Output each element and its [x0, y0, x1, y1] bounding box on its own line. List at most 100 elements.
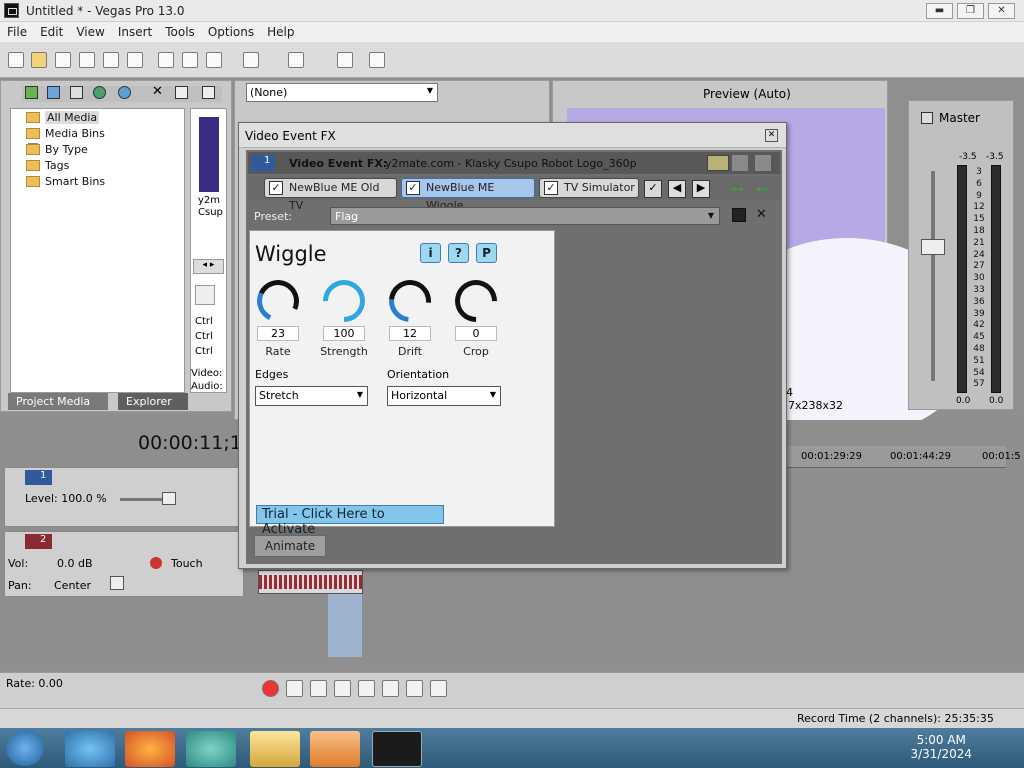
menu-insert[interactable]: Insert	[111, 22, 158, 39]
vegas-taskbar-icon[interactable]	[372, 731, 422, 767]
strength-value[interactable]: 100	[323, 326, 365, 341]
arrow-right-icon[interactable]: ▶	[692, 180, 710, 198]
menu-view[interactable]: View	[69, 22, 110, 39]
views-icon[interactable]	[202, 86, 215, 99]
ie-icon[interactable]	[65, 731, 115, 767]
drift-value[interactable]: 12	[389, 326, 431, 341]
minimize-button[interactable]: ▬	[926, 3, 953, 19]
tree-item-all-media[interactable]: All Media	[26, 111, 100, 124]
app-icon[interactable]	[186, 731, 236, 767]
fx-chain-header: 1 Video Event FX: y2mate.com - Klasky Cs…	[248, 152, 780, 174]
render-icon[interactable]	[103, 52, 119, 68]
next-frame-button[interactable]	[430, 680, 447, 697]
explorer-icon[interactable]	[250, 731, 300, 767]
delete-preset-icon[interactable]: ✕	[756, 207, 767, 222]
preview-mode[interactable]: Preview (Auto)	[703, 87, 791, 101]
tree-item-media-bins[interactable]: Media Bins	[26, 127, 105, 140]
import-media-icon[interactable]	[25, 86, 38, 99]
firefox-icon[interactable]	[125, 731, 175, 767]
menu-options[interactable]: Options	[201, 22, 260, 39]
audio-event[interactable]	[258, 570, 363, 594]
copy-icon[interactable]	[182, 52, 198, 68]
menu-help[interactable]: Help	[260, 22, 300, 39]
play-button[interactable]	[334, 680, 351, 697]
prev-frame-button[interactable]	[406, 680, 423, 697]
grid-view-icon[interactable]	[755, 155, 771, 171]
whats-this-icon[interactable]	[369, 52, 385, 68]
remove-icon[interactable]: ✕	[152, 85, 165, 99]
help-button[interactable]: ?	[448, 243, 469, 263]
rate-knob[interactable]	[251, 274, 305, 328]
pan-slider[interactable]	[110, 576, 124, 590]
preset-select[interactable]: Flag ▼	[330, 207, 720, 225]
maximize-button[interactable]: ❐	[957, 3, 984, 19]
rate-value[interactable]: 23	[257, 326, 299, 341]
automation-mode[interactable]: Touch	[171, 557, 203, 570]
animate-button[interactable]: Animate	[254, 535, 326, 557]
cut-icon[interactable]	[158, 52, 174, 68]
plugin-tv-simulator[interactable]: ✓ TV Simulator	[539, 178, 639, 198]
undo-icon[interactable]	[243, 52, 259, 68]
checkbox-icon[interactable]: ✓	[644, 180, 662, 198]
redo-icon[interactable]	[288, 52, 304, 68]
touch-gear-icon[interactable]	[150, 557, 162, 569]
capture-icon[interactable]	[47, 86, 60, 99]
brush-icon[interactable]	[337, 52, 353, 68]
edges-select[interactable]: Stretch	[255, 386, 368, 406]
chain-view-icon[interactable]	[707, 155, 729, 171]
plugin-wiggle[interactable]: ✓ NewBlue ME Wiggle	[401, 178, 535, 212]
save-as-icon[interactable]	[79, 52, 95, 68]
orientation-select[interactable]: Horizontal	[387, 386, 501, 406]
trial-activate-button[interactable]: Trial - Click Here to Activate	[256, 505, 444, 537]
list-view-icon[interactable]	[732, 155, 748, 171]
checkbox-icon[interactable]: ✓	[406, 181, 420, 195]
web-icon[interactable]	[93, 86, 106, 99]
media-thumbnail[interactable]	[199, 117, 219, 192]
master-fader[interactable]	[921, 239, 945, 255]
plugin-chain-icon[interactable]: ⊶	[732, 182, 748, 196]
arrow-left-icon[interactable]: ◀	[668, 180, 686, 198]
crop-knob[interactable]	[446, 271, 506, 331]
checkbox-icon[interactable]: ✓	[269, 181, 283, 195]
fx-window-title: Video Event FX	[245, 129, 336, 143]
tree-item-by-type[interactable]: By Type	[26, 143, 88, 156]
save-preset-icon[interactable]	[732, 208, 746, 222]
paste-icon[interactable]	[206, 52, 222, 68]
tree-item-tags[interactable]: Tags	[26, 159, 69, 172]
tab-project-media[interactable]: Project Media	[8, 393, 108, 410]
open-folder-icon[interactable]	[31, 52, 47, 68]
tree-item-smart-bins[interactable]: Smart Bins	[26, 175, 105, 188]
media-properties-icon[interactable]	[175, 86, 188, 99]
new-project-icon[interactable]	[8, 52, 24, 68]
remove-plugin-icon[interactable]: ⊷	[756, 182, 772, 196]
level-slider[interactable]	[162, 492, 176, 505]
strength-knob[interactable]	[314, 271, 374, 331]
loop-button[interactable]	[286, 680, 303, 697]
pause-button[interactable]	[358, 680, 375, 697]
record-button[interactable]	[262, 680, 279, 697]
menu-tools[interactable]: Tools	[158, 22, 201, 39]
preset-button[interactable]: P	[476, 243, 497, 263]
menu-file[interactable]: File	[0, 22, 33, 39]
close-button[interactable]: ✕	[988, 3, 1015, 19]
properties-icon[interactable]	[127, 52, 143, 68]
close-icon[interactable]: ✕	[765, 129, 778, 142]
start-button[interactable]	[6, 730, 44, 766]
extract-audio-icon[interactable]	[70, 86, 83, 99]
plugin-old-tv[interactable]: ✓ NewBlue ME Old TV	[264, 178, 397, 212]
crop-value[interactable]: 0	[455, 326, 497, 341]
tab-explorer[interactable]: Explorer	[118, 393, 188, 410]
track-number: 1	[25, 470, 52, 485]
trimmer-select[interactable]: (None) ▼	[246, 83, 438, 102]
stop-button[interactable]	[382, 680, 399, 697]
play-from-start-button[interactable]	[310, 680, 327, 697]
scroll-arrows[interactable]: ◂ ▸	[193, 259, 224, 274]
audio-waveform	[259, 575, 362, 589]
menu-edit[interactable]: Edit	[33, 22, 69, 39]
checkbox-icon[interactable]: ✓	[544, 181, 558, 195]
drift-knob[interactable]	[380, 271, 440, 331]
save-icon[interactable]	[55, 52, 71, 68]
media-player-icon[interactable]	[310, 731, 360, 767]
search-icon[interactable]	[118, 86, 131, 99]
info-button[interactable]: i	[420, 243, 441, 263]
